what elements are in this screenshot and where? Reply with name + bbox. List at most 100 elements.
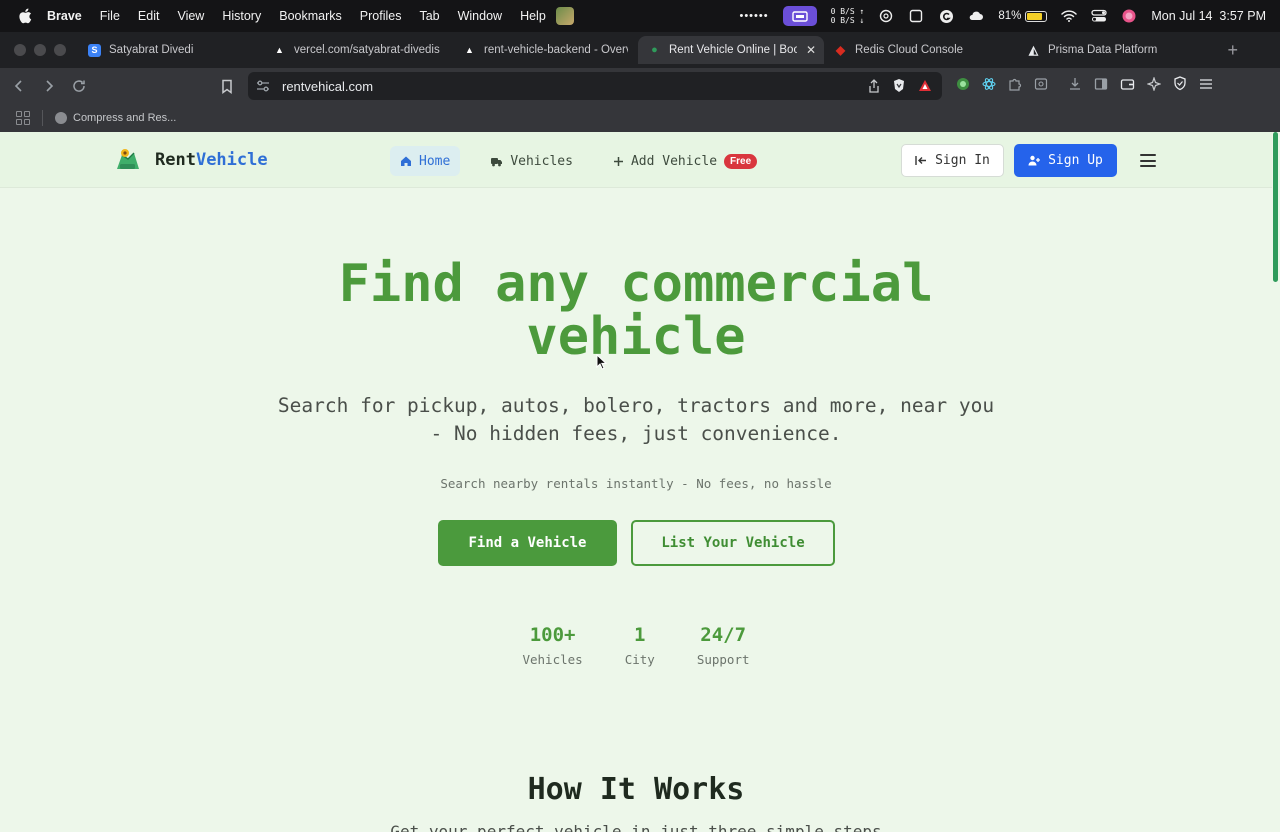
zoom-window-button[interactable] bbox=[54, 44, 66, 56]
hamburger-menu-icon[interactable] bbox=[1140, 154, 1156, 167]
bookmark-compress[interactable]: Compress and Res... bbox=[73, 112, 176, 124]
tab-title: Prisma Data Platform bbox=[1048, 44, 1158, 56]
tab-prisma[interactable]: ◭ Prisma Data Platform bbox=[1017, 36, 1197, 64]
bookmark-icon[interactable] bbox=[214, 73, 240, 99]
close-tab-icon[interactable]: ✕ bbox=[806, 43, 816, 57]
menu-tab[interactable]: Tab bbox=[419, 9, 439, 23]
brave-rewards-icon[interactable] bbox=[918, 79, 932, 95]
grammarly-icon[interactable] bbox=[938, 8, 954, 24]
hero-title: Find any commercial vehicle bbox=[0, 258, 1272, 364]
control-center-icon[interactable] bbox=[1091, 8, 1107, 24]
stats-row: 100+ Vehicles 1 City 24/7 Support bbox=[0, 624, 1272, 667]
tab-satyabrat[interactable]: S Satyabrat Divedi bbox=[78, 36, 263, 64]
brave-shields-icon[interactable] bbox=[892, 78, 906, 96]
nav-vehicles[interactable]: Vehicles bbox=[480, 146, 583, 176]
stat-vehicles: 100+ Vehicles bbox=[522, 624, 582, 667]
prisma-icon: ◭ bbox=[1028, 43, 1039, 57]
leo-ai-icon[interactable] bbox=[1146, 75, 1162, 96]
find-vehicle-button[interactable]: Find a Vehicle bbox=[438, 520, 617, 566]
new-tab-button[interactable]: + bbox=[1227, 40, 1238, 61]
list-vehicle-button[interactable]: List Your Vehicle bbox=[631, 520, 835, 566]
close-window-button[interactable] bbox=[14, 44, 26, 56]
wifi-icon[interactable] bbox=[1061, 8, 1078, 24]
download-icon[interactable] bbox=[1068, 77, 1082, 96]
menu-edit[interactable]: Edit bbox=[138, 9, 160, 23]
hero-subtitle-line2: - No hidden fees, just convenience. bbox=[430, 422, 842, 445]
window-controls bbox=[14, 44, 66, 56]
apps-grid-icon[interactable] bbox=[16, 111, 30, 125]
tab-backend[interactable]: ▲ rent-vehicle-backend - Overv bbox=[453, 36, 638, 64]
hero-title-line1: Find any commercial bbox=[338, 254, 934, 314]
screen-record-icon[interactable] bbox=[782, 6, 817, 26]
address-bar-actions bbox=[868, 78, 932, 96]
tab-rent-vehicle-active[interactable]: ● Rent Vehicle Online | Book ✕ bbox=[638, 36, 824, 64]
chatgpt-icon[interactable] bbox=[878, 8, 894, 24]
minimize-window-button[interactable] bbox=[34, 44, 46, 56]
nav-add-vehicle[interactable]: Add Vehicle Free bbox=[603, 146, 767, 176]
scrollbar-thumb[interactable] bbox=[1273, 132, 1278, 282]
site-settings-icon[interactable] bbox=[256, 80, 272, 92]
menu-history[interactable]: History bbox=[222, 9, 261, 23]
sign-in-label: Sign In bbox=[935, 153, 990, 168]
browser-menu-icon[interactable] bbox=[1199, 77, 1213, 95]
site-header: RentVehicle Home Vehicles Add Vehicle Fr… bbox=[0, 132, 1272, 188]
page-scrollbar[interactable] bbox=[1272, 132, 1280, 832]
stat-support: 24/7 Support bbox=[697, 624, 750, 667]
window-icon[interactable] bbox=[908, 8, 924, 24]
vercel-icon: ▲ bbox=[275, 45, 284, 55]
tab-redis[interactable]: ◆ Redis Cloud Console bbox=[824, 36, 1017, 64]
reader-mode-icon[interactable] bbox=[1034, 77, 1048, 96]
forward-button[interactable] bbox=[36, 73, 62, 99]
stat-label: Support bbox=[696, 652, 750, 667]
menu-profiles[interactable]: Profiles bbox=[360, 9, 402, 23]
nav-home-label: Home bbox=[419, 153, 451, 169]
sign-up-label: Sign Up bbox=[1048, 153, 1103, 168]
share-icon[interactable] bbox=[868, 78, 880, 96]
plus-icon bbox=[613, 156, 623, 166]
reload-button[interactable] bbox=[66, 73, 92, 99]
url-text[interactable]: rentvehical.com bbox=[282, 79, 373, 94]
cloud-app-icon[interactable] bbox=[968, 8, 984, 24]
site-logo[interactable]: RentVehicle bbox=[115, 147, 268, 173]
back-button[interactable] bbox=[6, 73, 32, 99]
tab-vercel[interactable]: ▲ vercel.com/satyabrat-divedis bbox=[263, 36, 453, 64]
sign-in-button[interactable]: Sign In bbox=[901, 144, 1004, 177]
extensions-puzzle-icon[interactable] bbox=[1008, 77, 1022, 96]
menu-app-name[interactable]: Brave bbox=[47, 9, 82, 23]
battery-percent: 81% bbox=[998, 10, 1022, 22]
address-bar[interactable]: rentvehical.com bbox=[248, 72, 942, 100]
menu-file[interactable]: File bbox=[100, 9, 120, 23]
tab-title: Satyabrat Divedi bbox=[109, 44, 194, 56]
battery-status[interactable]: 81% bbox=[998, 10, 1048, 22]
globe-icon bbox=[55, 112, 67, 124]
siri-icon[interactable] bbox=[1121, 8, 1137, 24]
battery-icon bbox=[1025, 10, 1048, 22]
clock[interactable]: Mon Jul 14 3:57 PM bbox=[1151, 9, 1266, 23]
sign-up-button[interactable]: Sign Up bbox=[1014, 144, 1117, 177]
menubar-status-area: •••••• 0 B/S ↑ 0 B/S ↓ 81% Mon Jul 14 3:… bbox=[739, 0, 1266, 32]
vpn-shield-icon[interactable] bbox=[1173, 76, 1187, 96]
menu-bookmarks[interactable]: Bookmarks bbox=[279, 9, 342, 23]
network-speed: 0 B/S ↑ 0 B/S ↓ bbox=[830, 7, 865, 25]
stat-city: 1 City bbox=[625, 624, 655, 667]
stat-value: 24/7 bbox=[700, 624, 747, 646]
more-dots-icon[interactable]: •••••• bbox=[739, 10, 768, 22]
stat-label: City bbox=[624, 652, 655, 667]
menu-window[interactable]: Window bbox=[458, 9, 502, 23]
extension-react-icon[interactable] bbox=[982, 77, 996, 96]
sidebar-icon[interactable] bbox=[1094, 77, 1108, 96]
nav-vehicles-label: Vehicles bbox=[510, 153, 573, 169]
brand-part-rent: Rent bbox=[155, 150, 196, 170]
how-it-works-title: How It Works bbox=[527, 772, 745, 807]
wallet-icon[interactable] bbox=[1120, 77, 1135, 96]
rentvehicle-logo-icon bbox=[117, 149, 139, 169]
mouse-cursor-icon bbox=[596, 354, 608, 370]
truck-icon bbox=[491, 157, 503, 166]
menu-help[interactable]: Help bbox=[520, 9, 546, 23]
extension-green-icon[interactable] bbox=[956, 77, 970, 96]
nav-home[interactable]: Home bbox=[390, 146, 461, 176]
site-nav: Home Vehicles Add Vehicle Free bbox=[390, 146, 787, 176]
apple-icon[interactable] bbox=[17, 8, 33, 24]
menu-view[interactable]: View bbox=[177, 9, 204, 23]
app-thumbnail-icon[interactable] bbox=[555, 7, 574, 25]
